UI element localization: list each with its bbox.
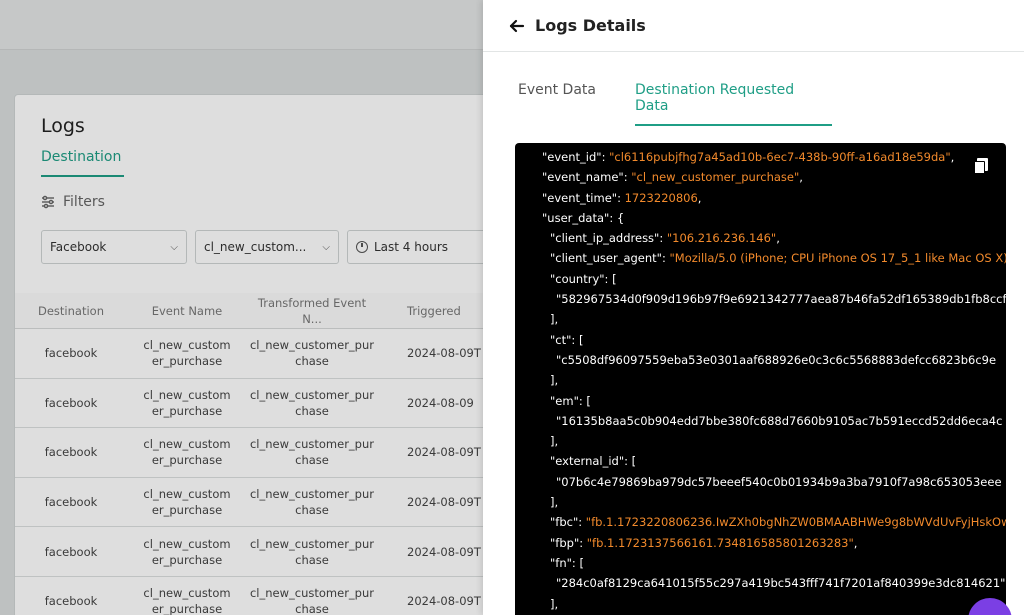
json-line: "event_time": 1723220806, bbox=[515, 188, 1006, 208]
json-line: "event_id": "cl6116pubjfhg7a45ad10b-6ec7… bbox=[515, 147, 1006, 167]
json-key: ], bbox=[550, 596, 559, 611]
modal-backdrop[interactable] bbox=[0, 0, 483, 615]
json-line: ], bbox=[515, 370, 1006, 390]
json-key: "client_user_agent": bbox=[550, 251, 670, 266]
json-key: "event_id": bbox=[542, 150, 610, 164]
json-line: "07b6c4e79869ba979dc57beeef540c0b01934b9… bbox=[515, 472, 1006, 492]
json-punct: , bbox=[853, 535, 858, 550]
json-viewer[interactable]: "event_id": "cl6116pubjfhg7a45ad10b-6ec7… bbox=[515, 143, 1006, 615]
json-key: "country": [ bbox=[550, 271, 617, 286]
json-key: ], bbox=[550, 373, 559, 388]
json-key: ], bbox=[550, 495, 559, 510]
drawer-title: Logs Details bbox=[535, 16, 646, 35]
json-line: "client_ip_address": "106.216.236.146", bbox=[515, 228, 1006, 248]
json-key: "fbc": bbox=[550, 515, 586, 530]
json-key: "582967534d0f909d196b97f9e6921342777aea8… bbox=[556, 292, 1006, 307]
json-line: "fbp": "fb.1.1723137566161.7348165858012… bbox=[515, 533, 1006, 553]
json-key: "fn": [ bbox=[550, 555, 584, 570]
json-value: 1723220806 bbox=[624, 190, 698, 205]
json-line: "c5508df96097559eba53e0301aaf688926e0c3c… bbox=[515, 350, 1006, 370]
json-key: "16135b8aa5c0b904edd7bbe380fc688d7660b91… bbox=[556, 413, 1003, 428]
json-line: "16135b8aa5c0b904edd7bbe380fc688d7660b91… bbox=[515, 411, 1006, 431]
json-key: "external_id": [ bbox=[550, 454, 637, 469]
json-line: ], bbox=[515, 431, 1006, 451]
json-line: "client_user_agent": "Mozilla/5.0 (iPhon… bbox=[515, 248, 1006, 268]
json-value: "fb.1.1723220806236.IwZXh0bgNhZW0BMAABHW… bbox=[585, 515, 1006, 530]
json-punct: , bbox=[799, 170, 803, 185]
json-punct: , bbox=[950, 150, 955, 164]
json-value: "106.216.236.146" bbox=[666, 231, 777, 246]
json-key: ], bbox=[550, 312, 559, 327]
drawer-tabs: Event Data Destination Requested Data bbox=[518, 82, 832, 126]
json-value: "cl_new_customer_purchase" bbox=[631, 170, 800, 185]
json-line: "country": [ bbox=[515, 269, 1006, 289]
json-key: "em": [ bbox=[550, 393, 591, 408]
json-line: ], bbox=[515, 309, 1006, 329]
json-line: "ct": [ bbox=[515, 330, 1006, 350]
drawer-header: Logs Details bbox=[483, 0, 1024, 52]
json-key: ], bbox=[550, 434, 559, 449]
json-key: "user_data": { bbox=[542, 210, 625, 225]
tab-destination-requested-data[interactable]: Destination Requested Data bbox=[635, 82, 832, 126]
json-line: "em": [ bbox=[515, 391, 1006, 411]
json-line: ], bbox=[515, 492, 1006, 512]
json-key: "event_name": bbox=[542, 170, 632, 185]
logs-details-drawer: Logs Details Event Data Destination Requ… bbox=[483, 0, 1024, 615]
json-value: "Mozilla/5.0 (iPhone; CPU iPhone OS 17_5… bbox=[669, 251, 1007, 266]
json-line: "user_data": { bbox=[515, 208, 1006, 228]
json-value: "cl6116pubjfhg7a45ad10b-6ec7-438b-90ff-a… bbox=[609, 150, 951, 164]
json-key: "event_time": bbox=[542, 190, 625, 205]
json-line: "fbc": "fb.1.1723220806236.IwZXh0bgNhZW0… bbox=[515, 512, 1006, 532]
json-line: "external_id": [ bbox=[515, 451, 1006, 471]
json-key: "fbp": bbox=[550, 535, 587, 550]
json-key: "ct": [ bbox=[550, 332, 584, 347]
json-line: ], bbox=[515, 594, 1006, 614]
arrow-left-icon[interactable] bbox=[509, 18, 525, 34]
json-key: "284c0af8129ca641015f55c297a419bc543fff7… bbox=[556, 576, 1006, 591]
json-line: "event_name": "cl_new_customer_purchase"… bbox=[515, 167, 1006, 187]
json-line: "284c0af8129ca641015f55c297a419bc543fff7… bbox=[515, 573, 1006, 593]
json-line: "fn": [ bbox=[515, 553, 1006, 573]
json-punct: , bbox=[697, 190, 702, 205]
tab-event-data[interactable]: Event Data bbox=[518, 82, 635, 126]
json-key: "client_ip_address": bbox=[550, 231, 667, 246]
json-key: "c5508df96097559eba53e0301aaf688926e0c3c… bbox=[556, 352, 997, 367]
json-key: "07b6c4e79869ba979dc57beeef540c0b01934b9… bbox=[556, 474, 1002, 489]
copy-icon[interactable] bbox=[974, 158, 988, 174]
json-value: "fb.1.1723137566161.734816585801263283" bbox=[586, 535, 854, 550]
json-line: "582967534d0f909d196b97f9e6921342777aea8… bbox=[515, 289, 1006, 309]
json-punct: , bbox=[776, 231, 780, 246]
